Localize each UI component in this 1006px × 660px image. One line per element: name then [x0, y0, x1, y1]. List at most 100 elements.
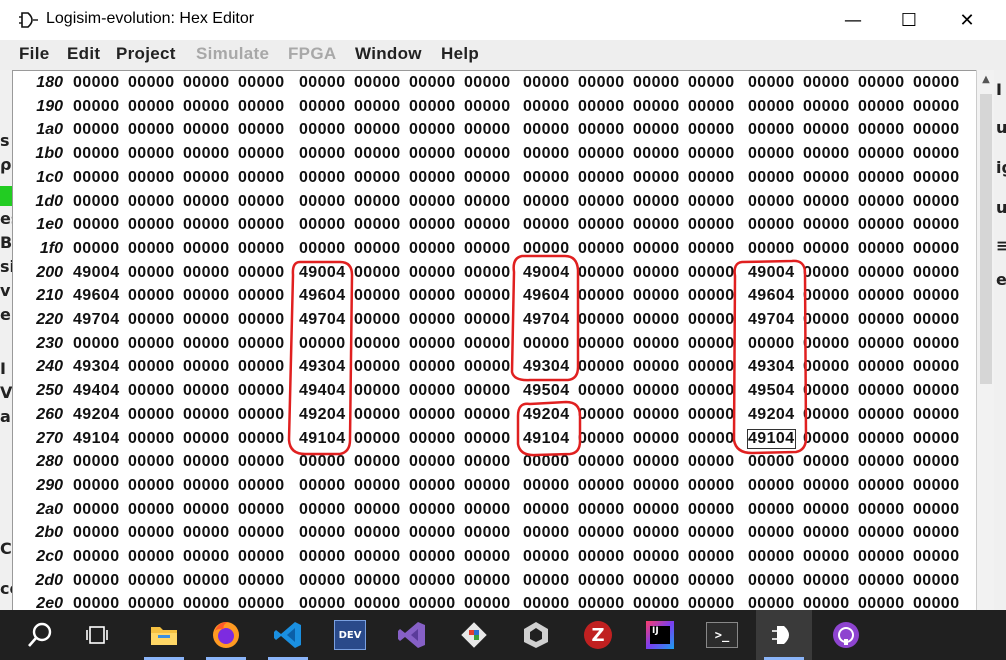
hex-cell[interactable]: 00000	[73, 572, 120, 590]
hex-cell[interactable]: 00000	[688, 121, 735, 139]
hex-cell[interactable]: 00000	[354, 406, 401, 424]
hex-cell[interactable]: 00000	[354, 501, 401, 519]
hex-cell[interactable]: 00000	[688, 595, 735, 611]
hex-cell[interactable]: 00000	[803, 524, 850, 542]
hex-cell[interactable]: 00000	[913, 145, 960, 163]
hex-cell[interactable]: 00000	[238, 548, 285, 566]
hex-cell[interactable]: 49304	[748, 358, 795, 376]
hex-cell[interactable]: 00000	[633, 382, 680, 400]
hex-cell[interactable]: 00000	[354, 430, 401, 448]
hex-cell[interactable]: 00000	[464, 453, 511, 471]
hex-cell[interactable]: 00000	[913, 240, 960, 258]
hex-cell[interactable]: 00000	[913, 264, 960, 282]
menu-help[interactable]: Help	[441, 44, 479, 64]
hex-cell[interactable]: 00000	[578, 169, 625, 187]
hex-cell[interactable]: 00000	[128, 595, 175, 611]
hex-cell[interactable]: 00000	[523, 98, 570, 116]
hex-cell[interactable]: 00000	[913, 477, 960, 495]
hex-cell[interactable]: 00000	[913, 572, 960, 590]
hex-cell[interactable]: 00000	[409, 406, 456, 424]
hex-cell[interactable]: 00000	[354, 121, 401, 139]
hex-cell[interactable]: 00000	[913, 430, 960, 448]
hex-cell-selected[interactable]: 49104	[747, 428, 796, 449]
taskbar-file-explorer[interactable]	[136, 610, 192, 660]
hex-cell[interactable]: 00000	[73, 595, 120, 611]
hex-cell[interactable]: 00000	[688, 240, 735, 258]
hex-editor-grid[interactable]: 180 00000 00000 00000 00000 00000 00000 00000 00…	[12, 70, 977, 611]
hex-cell[interactable]: 00000	[748, 98, 795, 116]
hex-cell[interactable]: 00000	[633, 572, 680, 590]
hex-cell[interactable]: 00000	[464, 358, 511, 376]
hex-cell[interactable]: 00000	[748, 335, 795, 353]
hex-cell[interactable]: 00000	[633, 311, 680, 329]
hex-cell[interactable]: 00000	[633, 501, 680, 519]
hex-cell[interactable]: 00000	[858, 145, 905, 163]
hex-cell[interactable]: 00000	[913, 193, 960, 211]
hex-cell[interactable]: 00000	[578, 501, 625, 519]
hex-cell[interactable]: 00000	[633, 524, 680, 542]
hex-cell[interactable]: 00000	[688, 169, 735, 187]
hex-cell[interactable]: 00000	[354, 74, 401, 92]
hex-cell[interactable]: 00000	[464, 240, 511, 258]
taskbar-dev-cpp[interactable]: DEV	[322, 610, 378, 660]
hex-cell[interactable]: 00000	[523, 572, 570, 590]
scroll-thumb[interactable]	[980, 94, 992, 384]
hex-cell[interactable]: 00000	[913, 595, 960, 611]
taskbar-visual-studio[interactable]	[384, 610, 440, 660]
hex-cell[interactable]: 00000	[299, 477, 346, 495]
hex-cell[interactable]: 00000	[183, 98, 230, 116]
hex-cell[interactable]: 00000	[183, 406, 230, 424]
hex-cell[interactable]: 00000	[858, 382, 905, 400]
hex-cell[interactable]: 00000	[633, 358, 680, 376]
hex-cell[interactable]: 00000	[858, 572, 905, 590]
hex-cell[interactable]: 00000	[578, 311, 625, 329]
hex-cell[interactable]: 00000	[73, 477, 120, 495]
minimize-button[interactable]: —	[824, 0, 882, 40]
hex-cell[interactable]: 00000	[183, 287, 230, 305]
hex-cell[interactable]: 00000	[409, 595, 456, 611]
hex-cell[interactable]: 00000	[633, 121, 680, 139]
hex-cell[interactable]: 49104	[299, 430, 346, 448]
hex-cell[interactable]: 00000	[73, 74, 120, 92]
hex-cell[interactable]: 00000	[73, 121, 120, 139]
hex-cell[interactable]: 00000	[578, 430, 625, 448]
hex-cell[interactable]: 00000	[803, 430, 850, 448]
hex-cell[interactable]: 00000	[183, 335, 230, 353]
hex-cell[interactable]: 00000	[748, 74, 795, 92]
hex-cell[interactable]: 00000	[913, 216, 960, 234]
hex-cell[interactable]: 49204	[748, 406, 795, 424]
menu-simulate[interactable]: Simulate	[196, 44, 269, 64]
hex-cell[interactable]: 00000	[688, 453, 735, 471]
hex-cell[interactable]: 00000	[464, 524, 511, 542]
hex-cell[interactable]: 00000	[354, 145, 401, 163]
taskbar-unity[interactable]	[508, 610, 564, 660]
hex-cell[interactable]: 00000	[409, 216, 456, 234]
taskbar-firefox[interactable]	[198, 610, 254, 660]
hex-cell[interactable]: 49004	[748, 264, 795, 282]
hex-cell[interactable]: 00000	[464, 287, 511, 305]
hex-cell[interactable]: 00000	[578, 453, 625, 471]
hex-cell[interactable]: 00000	[688, 430, 735, 448]
hex-cell[interactable]: 00000	[183, 311, 230, 329]
hex-cell[interactable]: 49604	[523, 287, 570, 305]
hex-cell[interactable]: 49004	[73, 264, 120, 282]
hex-cell[interactable]: 00000	[858, 501, 905, 519]
hex-cell[interactable]: 00000	[238, 477, 285, 495]
hex-cell[interactable]: 00000	[688, 311, 735, 329]
hex-cell[interactable]: 00000	[354, 193, 401, 211]
hex-cell[interactable]: 00000	[633, 264, 680, 282]
hex-cell[interactable]: 00000	[858, 193, 905, 211]
hex-cell[interactable]: 00000	[299, 453, 346, 471]
hex-cell[interactable]: 00000	[299, 572, 346, 590]
hex-cell[interactable]: 00000	[523, 74, 570, 92]
hex-cell[interactable]: 00000	[238, 382, 285, 400]
hex-cell[interactable]: 00000	[803, 287, 850, 305]
hex-cell[interactable]: 00000	[73, 169, 120, 187]
hex-cell[interactable]: 00000	[858, 595, 905, 611]
hex-cell[interactable]: 00000	[464, 477, 511, 495]
hex-cell[interactable]: 49204	[523, 406, 570, 424]
maximize-button[interactable]: ☐	[880, 0, 938, 40]
hex-cell[interactable]: 00000	[523, 240, 570, 258]
hex-cell[interactable]: 00000	[913, 406, 960, 424]
hex-cell[interactable]: 00000	[238, 169, 285, 187]
